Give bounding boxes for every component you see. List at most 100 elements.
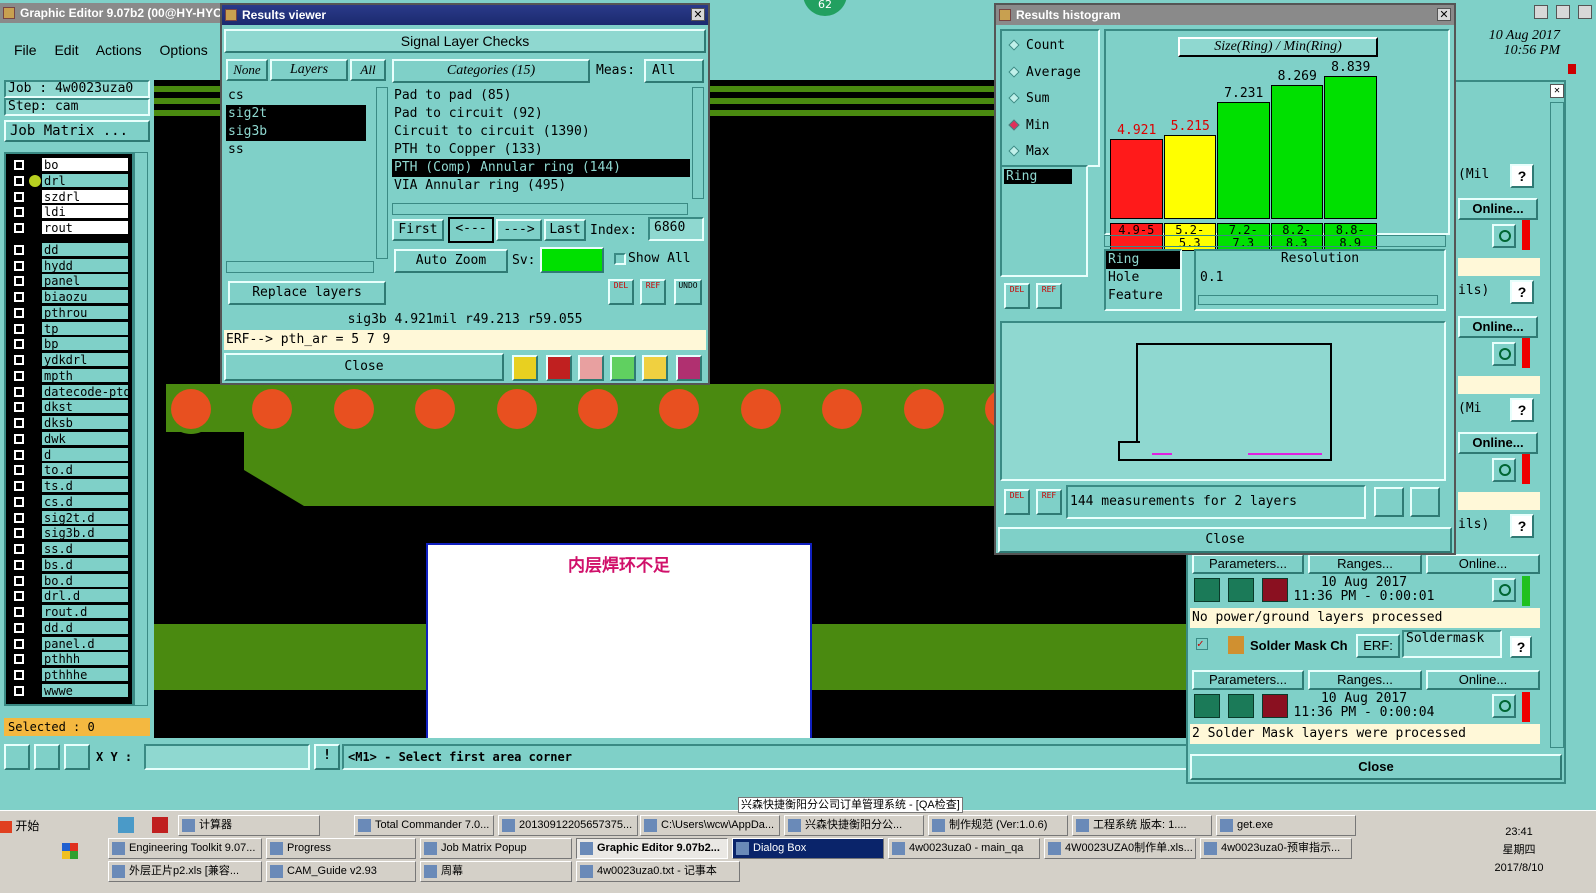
chart-title[interactable]: Size(Ring) / Min(Ring)	[1178, 37, 1378, 57]
layer-checkbox[interactable]	[14, 670, 24, 680]
del-button[interactable]: DEL	[608, 279, 634, 305]
layer-row-8[interactable]: biaozu	[12, 290, 128, 304]
layer-row-27[interactable]: drl.d	[12, 589, 128, 603]
layer-checkbox[interactable]	[14, 276, 24, 287]
chart-hscroll[interactable]	[1104, 235, 1446, 247]
run-icon-1b[interactable]	[1228, 578, 1254, 602]
layer-checkbox[interactable]	[14, 260, 24, 271]
layer-checkbox[interactable]	[14, 622, 24, 633]
layer-row-13[interactable]: mpth	[12, 368, 128, 383]
image-tool-icon[interactable]	[546, 355, 572, 381]
zoom-result-icon[interactable]	[1492, 342, 1516, 366]
taskbar-button[interactable]: CAM_Guide v2.93	[266, 861, 416, 882]
attr-ring[interactable]: Ring	[1106, 251, 1180, 269]
layer-checkbox[interactable]	[14, 575, 24, 586]
layer-row-5[interactable]: dd	[12, 242, 128, 257]
stat-option-min[interactable]: Min	[1006, 117, 1049, 135]
undo-button[interactable]: UNDO	[674, 279, 702, 305]
sv-color-dropdown[interactable]	[540, 247, 604, 273]
layer-name[interactable]: wwwe	[42, 683, 128, 697]
taskbar-button[interactable]: C:\Users\wcw\AppDa...	[640, 815, 780, 836]
menu-edit[interactable]: Edit	[54, 42, 78, 58]
layer-name[interactable]: dd.d	[42, 620, 128, 634]
categories-list[interactable]: Pad to pad (85) Pad to circuit (92) Circ…	[392, 87, 690, 199]
layer-checkbox[interactable]	[14, 481, 24, 491]
layer-item-sig3b[interactable]: sig3b	[226, 123, 366, 141]
layer-name[interactable]: drl	[42, 173, 128, 187]
layer-list-hscroll[interactable]	[226, 261, 374, 273]
preview-del-button[interactable]: DEL	[1004, 489, 1030, 515]
layer-name[interactable]: to.d	[42, 463, 128, 477]
main-titlebar[interactable]: Graphic Editor 9.07b2 (00@HY-HYCAM	[0, 3, 222, 23]
histogram-bar[interactable]	[1110, 139, 1163, 219]
histogram-bar[interactable]	[1163, 135, 1216, 219]
analysis-scrollbar[interactable]	[1550, 102, 1564, 748]
histogram-bar[interactable]	[1324, 76, 1377, 219]
pin-tool-icon[interactable]	[512, 355, 538, 381]
chart-tool-icon[interactable]	[610, 355, 636, 381]
erf-dropdown[interactable]: Soldermask	[1402, 630, 1502, 658]
layer-row-9[interactable]: pthrou	[12, 305, 128, 320]
measure-list[interactable]: Ring	[1000, 165, 1088, 277]
prev-button[interactable]: <---	[448, 217, 494, 243]
layer-row-10[interactable]: tp	[12, 321, 128, 336]
grid-tool-icon[interactable]	[64, 744, 90, 770]
category-pad-to-pad[interactable]: Pad to pad (85)	[392, 87, 690, 105]
layer-checkbox[interactable]	[14, 207, 24, 218]
close-icon[interactable]: ✕	[691, 8, 705, 21]
taskbar-button[interactable]: Graphic Editor 9.07b2...	[576, 838, 728, 859]
layer-row-15[interactable]: dkst	[12, 400, 128, 414]
minimize-icon[interactable]	[1534, 5, 1548, 19]
layer-name[interactable]: bo	[42, 158, 128, 171]
none-button[interactable]: None	[226, 59, 268, 81]
layer-checkbox[interactable]	[14, 370, 24, 381]
layer-row-26[interactable]: bo.d	[12, 573, 128, 588]
layer-name[interactable]: drl.d	[42, 589, 128, 603]
online-button-2[interactable]: Online...	[1426, 670, 1540, 690]
maximize-icon[interactable]	[1555, 5, 1570, 19]
layer-row-14[interactable]: datecode-ptd	[12, 384, 128, 399]
pdf-icon[interactable]	[151, 817, 168, 833]
taskbar-button[interactable]: Total Commander 7.0...	[354, 815, 494, 836]
zoom-result-icon[interactable]	[1492, 224, 1516, 248]
run-icon-1c[interactable]	[1262, 578, 1288, 602]
stat-option-sum[interactable]: Sum	[1006, 90, 1049, 108]
zoom-tool-icon[interactable]	[4, 744, 30, 770]
measure-tool-icon[interactable]	[34, 744, 60, 770]
parameters-button-2[interactable]: Parameters...	[1192, 670, 1304, 690]
taskbar-button[interactable]: 20130912205657375...	[498, 815, 638, 836]
histogram-close-button[interactable]: Close	[998, 527, 1452, 553]
layer-row-28[interactable]: rout.d	[12, 605, 128, 619]
layer-name[interactable]: tp	[42, 321, 128, 335]
taskbar-button[interactable]: 外层正片p2.xls [兼容...	[108, 861, 262, 882]
layer-row-29[interactable]: dd.d	[12, 620, 128, 635]
layer-name[interactable]: rout	[42, 221, 128, 234]
stat-option-average[interactable]: Average	[1006, 64, 1081, 82]
layer-name[interactable]: cs.d	[42, 494, 128, 508]
online-button-row[interactable]: Online...	[1458, 198, 1538, 220]
export-icon-2[interactable]	[1410, 487, 1440, 517]
taskbar-button[interactable]: Progress	[266, 838, 416, 859]
layer-name[interactable]: dksb	[42, 416, 128, 429]
category-pth-to-copper[interactable]: PTH to Copper (133)	[392, 141, 690, 159]
results-close-button[interactable]: Close	[224, 353, 504, 381]
zoom-result-icon[interactable]	[1492, 458, 1516, 482]
taskbar-button[interactable]: get.exe	[1216, 815, 1356, 836]
help-button[interactable]: ?	[1510, 280, 1534, 304]
taskbar-button[interactable]: Job Matrix Popup	[420, 838, 572, 859]
layer-row-22[interactable]: sig2t.d	[12, 510, 128, 525]
next-button[interactable]: --->	[496, 219, 542, 241]
replace-layers-button[interactable]: Replace layers	[228, 281, 386, 305]
start-button[interactable]: 开始	[0, 815, 44, 837]
job-matrix-button[interactable]: Job Matrix ...	[4, 120, 150, 142]
online-button-row[interactable]: Online...	[1458, 316, 1538, 338]
layer-scrollbar[interactable]	[134, 152, 148, 706]
category-pth-annular-ring[interactable]: PTH (Comp) Annular ring (144)	[392, 159, 690, 177]
histogram-bar[interactable]	[1270, 85, 1323, 219]
layer-name[interactable]: pthrou	[42, 305, 128, 319]
close-icon[interactable]: ✕	[1437, 8, 1451, 21]
layer-row-24[interactable]: ss.d	[12, 542, 128, 556]
layer-checkbox[interactable]	[14, 449, 24, 460]
layer-checkbox[interactable]	[14, 591, 24, 602]
layer-row-17[interactable]: dwk	[12, 431, 128, 446]
